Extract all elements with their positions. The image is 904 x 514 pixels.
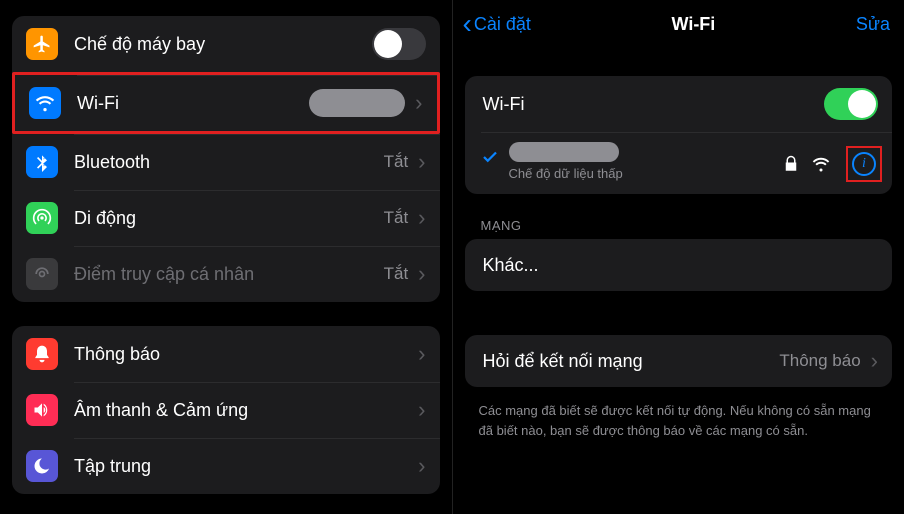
settings-list-pane: Chế độ máy bay Wi-Fi › Bluetooth Tắt › D… (0, 0, 453, 514)
row-airplane-mode[interactable]: Chế độ máy bay (12, 16, 440, 72)
wifi-toggle[interactable] (824, 88, 878, 120)
networks-header: MẠNG (453, 218, 904, 239)
page-title: Wi-Fi (531, 14, 856, 35)
ask-footer-note: Các mạng đã biết sẽ được kết nối tự động… (453, 393, 904, 440)
row-label: Điểm truy cập cá nhân (74, 264, 384, 285)
row-cellular[interactable]: Di động Tắt › (12, 190, 440, 246)
sounds-icon (26, 394, 58, 426)
chevron-left-icon: ‹ (463, 10, 472, 38)
wifi-icon (29, 87, 61, 119)
chevron-right-icon: › (418, 207, 425, 229)
row-label: Tập trung (74, 456, 414, 477)
settings-group-notifications: Thông báo › Âm thanh & Cảm ứng › Tập tru… (12, 326, 440, 494)
row-wifi[interactable]: Wi-Fi › (12, 72, 440, 134)
row-label: Chế độ máy bay (74, 34, 372, 55)
row-label: Thông báo (74, 344, 414, 365)
chevron-right-icon: › (418, 151, 425, 173)
chevron-right-icon: › (418, 399, 425, 421)
chevron-right-icon: › (418, 343, 425, 365)
back-label: Cài đặt (474, 14, 531, 35)
row-sounds[interactable]: Âm thanh & Cảm ứng › (12, 382, 440, 438)
row-label: Di động (74, 208, 384, 229)
row-bluetooth[interactable]: Bluetooth Tắt › (12, 134, 440, 190)
bluetooth-icon (26, 146, 58, 178)
nav-bar: ‹ Cài đặt Wi-Fi Sửa (453, 0, 904, 46)
airplane-toggle[interactable] (372, 28, 426, 60)
row-notifications[interactable]: Thông báo › (12, 326, 440, 382)
row-wifi-toggle[interactable]: Wi-Fi (465, 76, 893, 132)
row-connected-network[interactable]: Chế độ dữ liệu thấp i (465, 132, 893, 194)
row-ask-to-join[interactable]: Hỏi để kết nối mạng Thông báo › (465, 335, 893, 387)
info-button[interactable]: i (852, 152, 876, 176)
networks-group: Khác... (465, 239, 893, 291)
row-label: Bluetooth (74, 152, 384, 173)
ask-value: Thông báo (779, 351, 860, 371)
airplane-icon (26, 28, 58, 60)
ask-to-join-group: Hỏi để kết nối mạng Thông báo › (465, 335, 893, 387)
back-button[interactable]: ‹ Cài đặt (463, 10, 531, 38)
settings-group-connectivity: Chế độ máy bay Wi-Fi › Bluetooth Tắt › D… (12, 16, 440, 302)
notifications-icon (26, 338, 58, 370)
edit-button[interactable]: Sửa (856, 14, 890, 35)
wifi-main-group: Wi-Fi Chế độ dữ liệu thấp i (465, 76, 893, 194)
wifi-toggle-label: Wi-Fi (483, 94, 825, 115)
row-value: Tắt (384, 208, 409, 228)
focus-icon (26, 450, 58, 482)
ask-label: Hỏi để kết nối mạng (483, 351, 780, 372)
checkmark-icon (481, 148, 499, 171)
lock-icon (782, 155, 800, 173)
row-other-network[interactable]: Khác... (465, 239, 893, 291)
network-name-col: Chế độ dữ liệu thấp (509, 142, 783, 181)
wifi-value-redacted (309, 89, 405, 117)
network-name-redacted (509, 142, 619, 162)
chevron-right-icon: › (415, 92, 422, 114)
chevron-right-icon: › (418, 263, 425, 285)
cellular-icon (26, 202, 58, 234)
row-value: Tắt (384, 264, 409, 284)
info-button-highlight: i (846, 146, 882, 182)
row-hotspot[interactable]: Điểm truy cập cá nhân Tắt › (12, 246, 440, 302)
chevron-right-icon: › (418, 455, 425, 477)
row-label: Wi-Fi (77, 93, 309, 114)
other-label: Khác... (483, 255, 879, 276)
hotspot-icon (26, 258, 58, 290)
row-value: Tắt (384, 152, 409, 172)
network-status-icons: i (782, 146, 882, 182)
row-focus[interactable]: Tập trung › (12, 438, 440, 494)
row-label: Âm thanh & Cảm ứng (74, 400, 414, 421)
network-subtitle: Chế độ dữ liệu thấp (509, 166, 783, 181)
chevron-right-icon: › (871, 350, 878, 372)
wifi-signal-icon (812, 155, 830, 173)
wifi-detail-pane: ‹ Cài đặt Wi-Fi Sửa Wi-Fi Chế độ dữ liệu… (453, 0, 904, 514)
